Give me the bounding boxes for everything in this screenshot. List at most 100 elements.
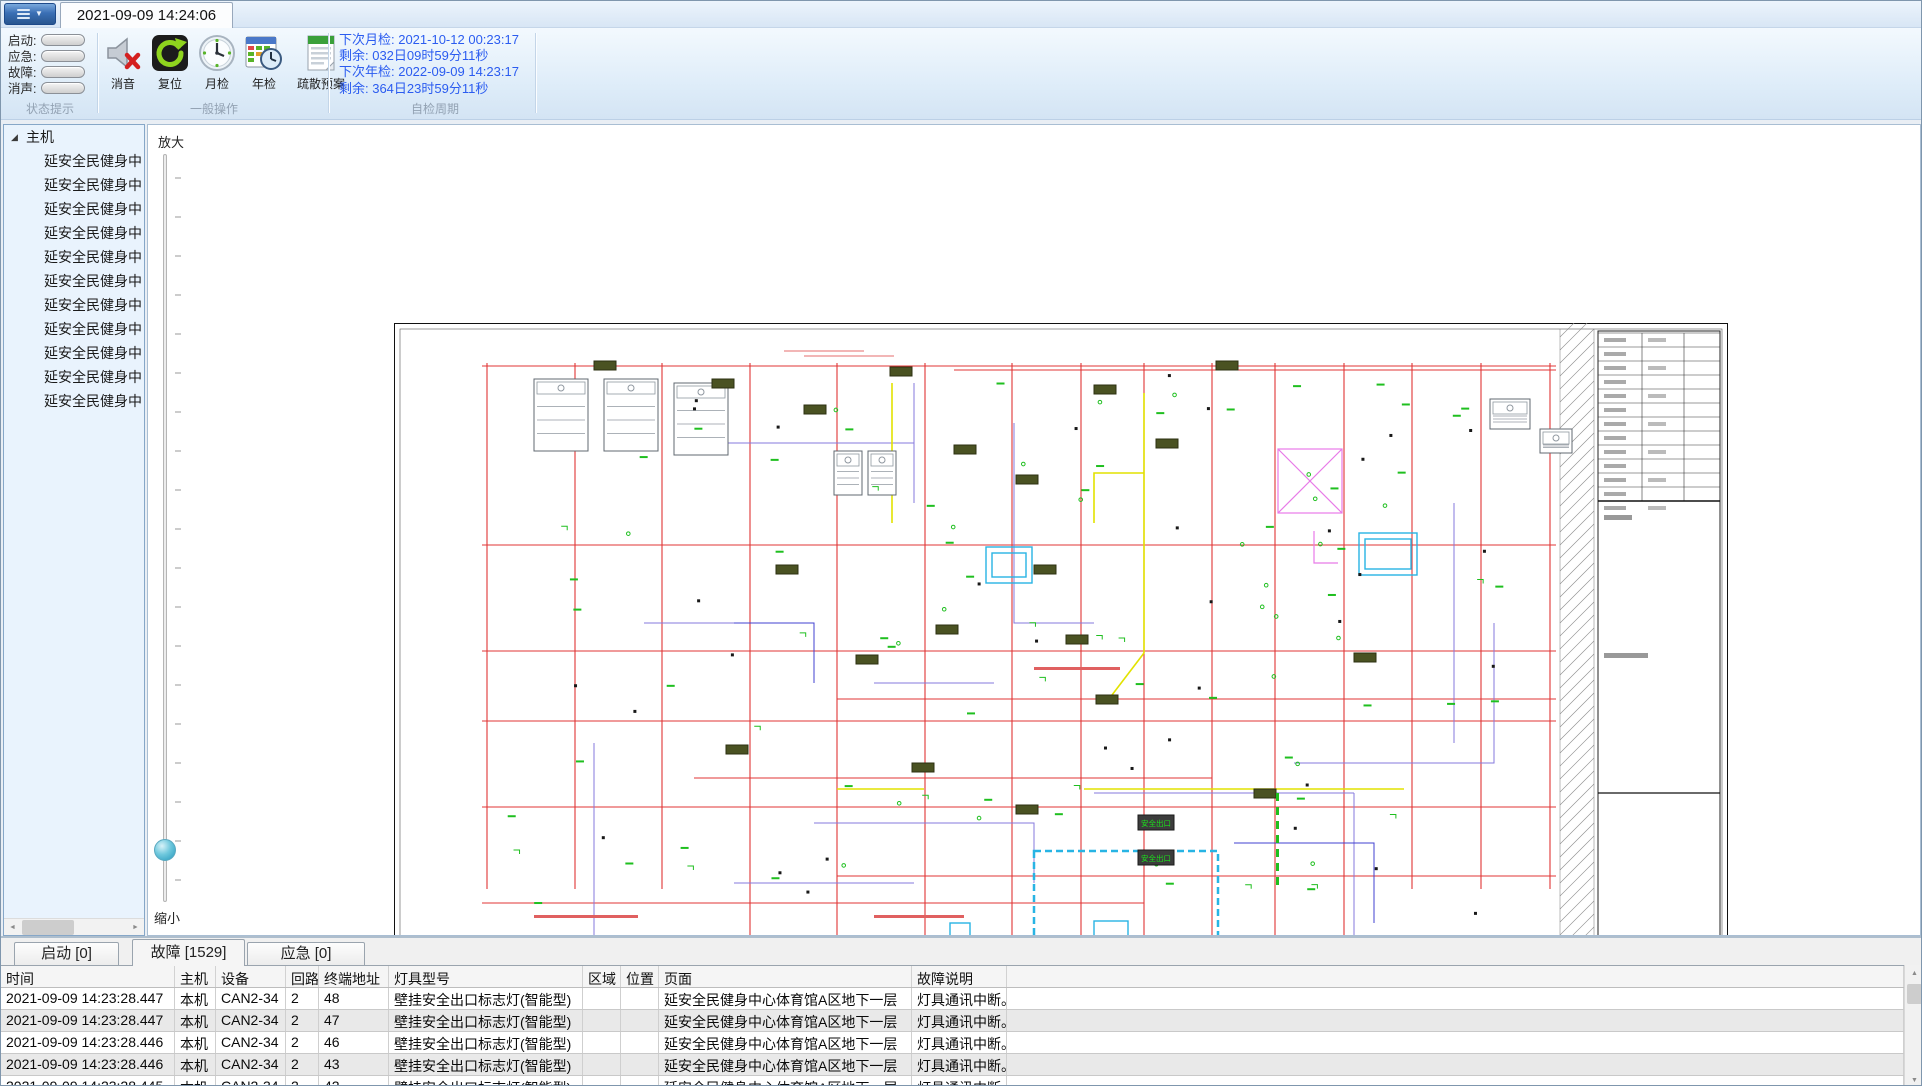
column-header-7[interactable]: 位置 [621,966,659,987]
table-cell: CAN2-34 [216,1054,286,1075]
slider-tick [175,840,181,842]
column-header-filler[interactable] [1007,966,1904,987]
status-indicator-pill [41,50,85,62]
table-cell [1007,1054,1904,1075]
tree-item-6[interactable]: 延安全民健身中 [4,293,144,317]
column-header-6[interactable]: 区域 [583,966,621,987]
tree-item-4[interactable]: 延安全民健身中 [4,245,144,269]
tree-item-3[interactable]: 延安全民健身中 [4,221,144,245]
toolbar-ribbon: 启动:应急:故障:消声: 状态提示 消音复位月检年检疏散预案 一般操作 下次月检… [1,28,1921,120]
table-cell: 本机 [175,988,216,1009]
table-cell: 48 [319,988,389,1009]
column-header-0[interactable]: 时间 [1,966,175,987]
table-body: 2021-09-09 14:23:28.447本机CAN2-34248壁挂安全出… [1,988,1904,1086]
toolbar-button-label: 复位 [148,75,192,92]
tree-item-7[interactable]: 延安全民健身中 [4,317,144,341]
table-row-2[interactable]: 2021-09-09 14:23:28.446本机CAN2-34246壁挂安全出… [1,1032,1904,1054]
column-header-8[interactable]: 页面 [659,966,912,987]
svg-text:安全出口: 安全出口 [1141,818,1171,828]
monthly-check-icon [197,33,237,73]
status-row-1: 应急: [8,48,85,63]
tree-root-host[interactable]: ◢ 主机 [4,125,144,149]
group-separator [97,33,99,113]
monthly-check-button[interactable]: 月检 [195,32,239,92]
table-row-0[interactable]: 2021-09-09 14:23:28.447本机CAN2-34248壁挂安全出… [1,988,1904,1010]
table-cell [1007,988,1904,1009]
tree-item-5[interactable]: 延安全民健身中 [4,269,144,293]
table-cell: 42 [319,1076,389,1086]
table-vertical-scrollbar[interactable]: ▲ ▼ [1904,965,1922,1086]
table-cell: 2021-09-09 14:23:28.445 [1,1076,175,1086]
floor-plan-drawing: 安全出口安全出口 [394,323,1728,936]
tree-item-8[interactable]: 延安全民健身中 [4,341,144,365]
datetime-tab[interactable]: 2021-09-09 14:24:06 [60,2,233,28]
event-tab-2[interactable]: 应急 [0] [247,942,365,966]
slider-tick [175,294,181,296]
slider-tick [175,411,181,413]
column-header-9[interactable]: 故障说明 [912,966,1007,987]
scroll-down-icon[interactable]: ▼ [1905,1072,1922,1086]
scroll-up-icon[interactable]: ▲ [1905,965,1922,982]
scrollbar-track[interactable] [21,919,127,936]
sidebar-horizontal-scrollbar[interactable]: ◄ ► [4,918,144,935]
column-header-4[interactable]: 终端地址 [319,966,389,987]
table-cell: 本机 [175,1076,216,1086]
table-cell: 2021-09-09 14:23:28.446 [1,1032,175,1053]
scrollbar-thumb[interactable] [22,920,74,935]
main-menu-button[interactable]: ▼ [4,3,56,25]
toolbar-buttons: 消音复位月检年检疏散预案 [101,32,353,92]
reset-icon [150,33,190,73]
slider-tick [175,606,181,608]
reset-button[interactable]: 复位 [148,32,192,92]
event-tab-0[interactable]: 启动 [0] [14,942,119,966]
table-cell [583,1010,621,1031]
status-indicator-group: 启动:应急:故障:消声: [8,32,85,96]
annual-check-button[interactable]: 年检 [242,32,286,92]
selfcheck-line-2: 下次年检: 2022-09-09 14:23:17 [339,64,519,80]
table-cell [583,1032,621,1053]
table-cell [621,1076,659,1086]
toolbar-button-label: 消音 [101,75,145,92]
table-cell [1007,1076,1904,1086]
selfcheck-line-1: 剩余: 032日09时59分11秒 [339,48,519,64]
table-row-1[interactable]: 2021-09-09 14:23:28.447本机CAN2-34247壁挂安全出… [1,1010,1904,1032]
scroll-right-icon[interactable]: ► [127,919,144,936]
table-cell: CAN2-34 [216,1010,286,1031]
zoom-slider-track[interactable] [163,154,167,902]
status-indicator-pill [41,82,85,94]
column-header-2[interactable]: 设备 [216,966,286,987]
status-row-2: 故障: [8,64,85,79]
mute-button[interactable]: 消音 [101,32,145,92]
table-cell: 2 [286,988,319,1009]
column-header-3[interactable]: 回路 [286,966,319,987]
table-cell [583,988,621,1009]
column-header-1[interactable]: 主机 [175,966,216,987]
tree-item-10[interactable]: 延安全民健身中 [4,389,144,413]
table-cell: 壁挂安全出口标志灯(智能型) [389,1054,583,1075]
table-row-3[interactable]: 2021-09-09 14:23:28.446本机CAN2-34243壁挂安全出… [1,1054,1904,1076]
scrollbar-thumb[interactable] [1907,984,1922,1004]
menu-list-icon [17,9,30,19]
column-header-5[interactable]: 灯具型号 [389,966,583,987]
slider-tick [175,723,181,725]
slider-tick [175,450,181,452]
scroll-left-icon[interactable]: ◄ [4,919,21,936]
tree-item-1[interactable]: 延安全民健身中 [4,173,144,197]
table-cell: CAN2-34 [216,1032,286,1053]
host-tree-panel: ◢ 主机 延安全民健身中延安全民健身中延安全民健身中延安全民健身中延安全民健身中… [3,124,145,936]
tree-item-list: 延安全民健身中延安全民健身中延安全民健身中延安全民健身中延安全民健身中延安全民健… [4,149,144,413]
tree-expand-icon[interactable]: ◢ [11,125,18,149]
title-tab-strip: ▼ 2021-09-09 14:24:06 [1,1,1921,28]
tree-item-0[interactable]: 延安全民健身中 [4,149,144,173]
toolbar-button-label: 月检 [195,75,239,92]
table-cell: 延安全民健身中心体育馆A区地下一层 [659,988,912,1009]
tree-item-2[interactable]: 延安全民健身中 [4,197,144,221]
slider-tick [175,762,181,764]
table-cell: 壁挂安全出口标志灯(智能型) [389,1032,583,1053]
zoom-slider-handle[interactable] [154,839,176,861]
table-cell: 壁挂安全出口标志灯(智能型) [389,1076,583,1086]
tree-item-9[interactable]: 延安全民健身中 [4,365,144,389]
table-row-4[interactable]: 2021-09-09 14:23:28.445本机CAN2-34242壁挂安全出… [1,1076,1904,1086]
event-tab-1[interactable]: 故障 [1529] [132,939,245,966]
table-cell [583,1054,621,1075]
